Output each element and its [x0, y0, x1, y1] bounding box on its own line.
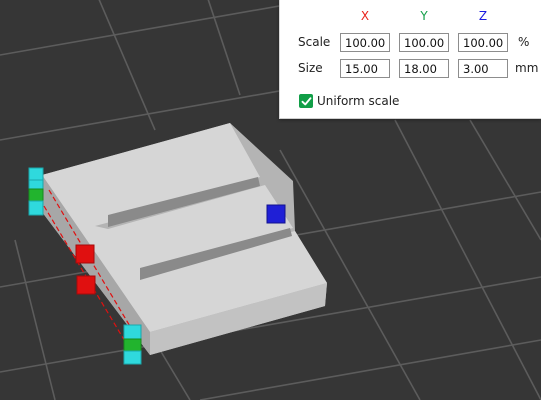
uniform-scale-label: Uniform scale	[317, 94, 400, 108]
scale-panel: X Y Z Scale % Size mm Uniform scale	[279, 0, 541, 119]
scale-y-input[interactable]	[399, 33, 449, 52]
red-handle-upper	[75, 244, 95, 264]
cyan-handle-left-bottom	[28, 200, 44, 216]
scale-label: Scale	[298, 35, 331, 49]
size-x-input[interactable]	[340, 59, 390, 78]
checkmark-icon	[301, 96, 311, 105]
size-label: Size	[298, 61, 323, 75]
cyan-handle-bottom-2	[123, 350, 142, 365]
size-z-input[interactable]	[458, 59, 508, 78]
size-y-input[interactable]	[399, 59, 449, 78]
red-handle-lower	[76, 275, 96, 295]
uniform-scale-checkbox[interactable]	[299, 94, 313, 108]
green-handle-bottom	[123, 338, 142, 352]
blue-handle-top	[266, 204, 286, 224]
axis-z-header: Z	[478, 9, 488, 23]
axis-x-header: X	[360, 9, 370, 23]
scale-unit: %	[518, 35, 530, 49]
scale-x-input[interactable]	[340, 33, 390, 52]
size-unit: mm	[515, 61, 539, 75]
uniform-scale-toggle[interactable]: Uniform scale	[299, 93, 399, 109]
axis-y-header: Y	[420, 9, 428, 23]
cyan-handle-top-left	[28, 167, 44, 182]
scale-z-input[interactable]	[458, 33, 508, 52]
green-handle-left	[28, 188, 44, 202]
cyan-handle-bottom	[123, 324, 142, 340]
